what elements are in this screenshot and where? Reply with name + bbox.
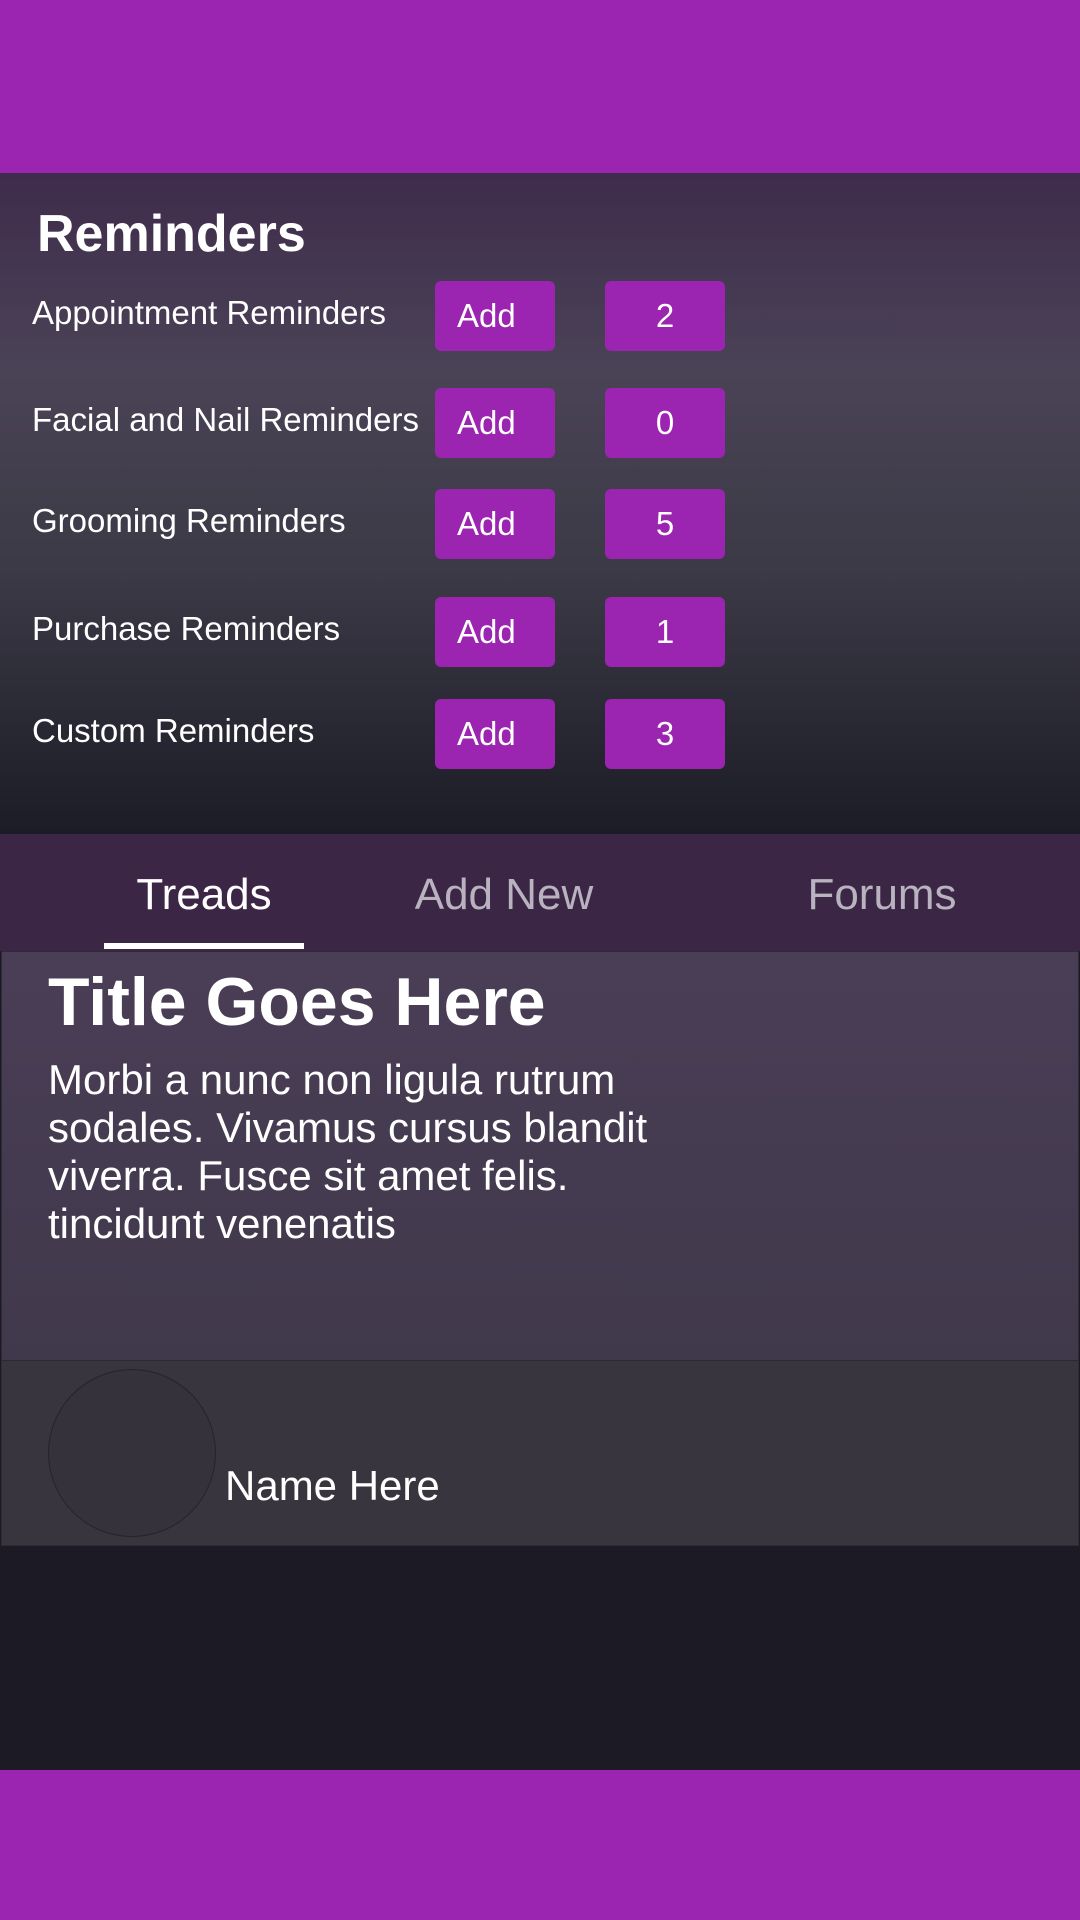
tab-treads[interactable]: Treads (104, 834, 304, 951)
tab-bar: Treads Add New Forums (0, 834, 1080, 951)
thread-body: Morbi a nunc non ligula rutrum sodales. … (48, 1056, 648, 1247)
reminder-row-facial-nail: Facial and Nail Reminders Add 0 (0, 388, 1080, 458)
thread-card[interactable]: Title Goes Here Morbi a nunc non ligula … (1, 951, 1079, 1546)
tab-add-new[interactable]: Add New (384, 834, 624, 951)
active-tab-indicator (104, 943, 304, 949)
add-facial-nail-reminder-button[interactable]: Add (435, 388, 555, 458)
reminder-label: Appointment Reminders (32, 294, 387, 331)
add-purchase-reminder-button[interactable]: Add (435, 597, 555, 667)
avatar[interactable] (48, 1369, 216, 1537)
reminder-row-custom: Custom Reminders Add 3 (0, 699, 1080, 769)
add-custom-reminder-button[interactable]: Add (435, 699, 555, 769)
thread-author-row: Name Here (2, 1361, 1078, 1545)
bottom-bar (0, 1770, 1080, 1920)
appointment-reminder-count-badge[interactable]: 2 (605, 281, 725, 351)
reminder-label: Facial and Nail Reminders (32, 401, 419, 438)
author-name[interactable]: Name Here (225, 1461, 440, 1511)
facial-nail-reminder-count-badge[interactable]: 0 (605, 388, 725, 458)
tab-forums[interactable]: Forums (762, 834, 1002, 951)
purchase-reminder-count-badge[interactable]: 1 (605, 597, 725, 667)
reminders-panel: Reminders Appointment Reminders Add 2 Fa… (0, 173, 1080, 834)
add-appointment-reminder-button[interactable]: Add (435, 281, 555, 351)
reminder-row-purchase: Purchase Reminders Add 1 (0, 597, 1080, 667)
reminder-row-appointment: Appointment Reminders Add 2 (0, 281, 1080, 351)
reminders-title: Reminders (37, 205, 306, 263)
top-app-bar (0, 0, 1080, 173)
reminder-row-grooming: Grooming Reminders Add 5 (0, 489, 1080, 559)
grooming-reminder-count-badge[interactable]: 5 (605, 489, 725, 559)
reminder-label: Custom Reminders (32, 712, 315, 749)
thread-title: Title Goes Here (48, 964, 546, 1040)
reminder-label: Grooming Reminders (32, 502, 346, 539)
add-grooming-reminder-button[interactable]: Add (435, 489, 555, 559)
custom-reminder-count-badge[interactable]: 3 (605, 699, 725, 769)
reminder-label: Purchase Reminders (32, 610, 341, 647)
